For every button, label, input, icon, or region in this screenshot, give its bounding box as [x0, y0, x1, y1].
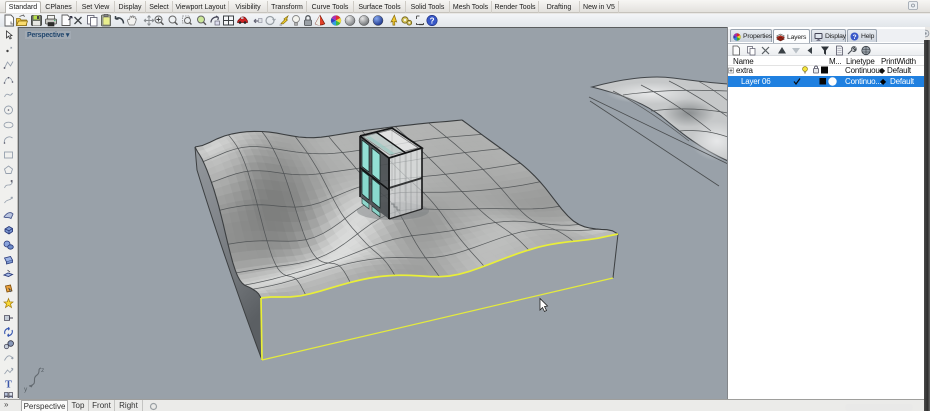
svg-text:z: z: [41, 367, 44, 374]
svg-text:?: ?: [430, 16, 435, 25]
svg-text:?: ?: [853, 34, 857, 41]
svg-text:T: T: [5, 380, 12, 391]
